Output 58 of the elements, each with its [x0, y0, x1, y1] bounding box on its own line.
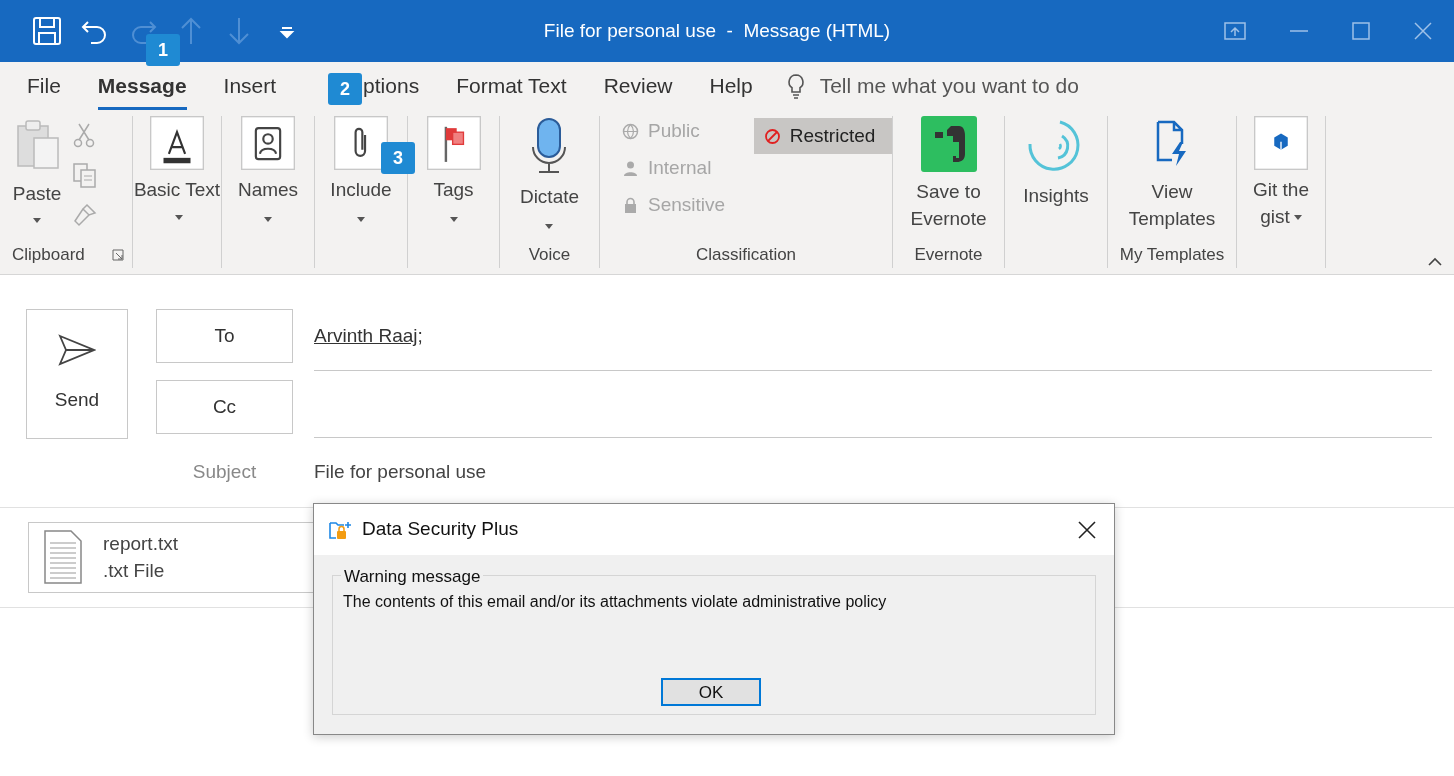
cc-button[interactable]: Cc — [156, 380, 293, 434]
step-marker: 2 — [328, 73, 362, 105]
view-templates-button[interactable]: View Templates — [1122, 116, 1222, 242]
classification-option[interactable]: Restricted — [753, 118, 892, 154]
paperclip-icon — [334, 116, 388, 170]
ribbon-tab[interactable]: Format Text — [456, 62, 567, 110]
ribbon-tab[interactable]: Review — [603, 62, 673, 110]
basic-text-icon — [150, 116, 204, 170]
group-label: Evernote — [914, 244, 983, 267]
recipient-name[interactable]: Arvinth Raaj; — [314, 322, 423, 351]
lock-icon — [622, 196, 639, 214]
ribbon-tab[interactable]: Insert — [223, 62, 277, 110]
warning-message: The contents of this email and/or its attachments violate administrative policy — [343, 592, 888, 612]
ribbon-tab[interactable]: File — [27, 62, 61, 110]
group-label: Voice — [528, 244, 571, 267]
cube-icon — [1254, 116, 1308, 170]
insights-button[interactable]: Insights — [1023, 116, 1089, 242]
gist-button[interactable]: Git the gist — [1236, 116, 1326, 242]
send-button[interactable]: Send — [26, 309, 128, 439]
maximize-icon[interactable] — [1352, 22, 1370, 40]
step-marker: 3 — [381, 142, 415, 174]
to-button[interactable]: To — [156, 309, 293, 363]
group-label: Classification — [695, 244, 797, 267]
tags-button[interactable]: Tags — [426, 116, 481, 242]
names-button[interactable]: Names — [237, 116, 299, 242]
lightbulb-icon — [785, 73, 806, 99]
group-label: My Templates — [1119, 244, 1225, 267]
save-to-evernote-button[interactable]: Save to Evernote — [898, 116, 999, 242]
subject-label: Subject — [191, 460, 258, 484]
save-icon[interactable] — [32, 16, 62, 46]
ribbon-tab[interactable]: Help — [709, 62, 753, 110]
address-book-icon — [241, 116, 295, 170]
tell-me-search[interactable]: Tell me what you want to do — [819, 70, 1079, 102]
ok-button[interactable]: OK — [661, 678, 761, 706]
prohibited-icon — [763, 127, 781, 145]
dialog-title: Data Security Plus — [362, 517, 520, 542]
paintbrush-icon[interactable] — [72, 202, 98, 228]
group-label: Clipboard — [12, 244, 85, 267]
text-file-icon — [43, 529, 83, 585]
paste-button[interactable]: Paste — [12, 116, 62, 242]
window-title: File for personal use - Message (HTML) — [542, 18, 892, 43]
dictate-button[interactable]: Dictate — [519, 116, 580, 242]
dialog-launcher-icon[interactable] — [112, 249, 124, 261]
ribbon-display-icon[interactable] — [1224, 22, 1246, 40]
close-icon[interactable] — [1078, 520, 1096, 539]
send-icon — [58, 333, 96, 366]
attachment-type: .txt File — [103, 559, 166, 583]
scissors-icon[interactable] — [72, 122, 96, 148]
copy-icon[interactable] — [72, 162, 98, 188]
basic-text-button[interactable]: Basic Text — [132, 116, 222, 242]
globe-icon — [622, 122, 639, 140]
ribbon-tab[interactable]: ptions — [363, 62, 420, 110]
subject-field[interactable]: File for personal use — [314, 458, 1432, 487]
step-marker: 1 — [146, 34, 180, 66]
collapse-ribbon-icon[interactable] — [1428, 257, 1442, 266]
flag-icon — [426, 116, 481, 170]
person-icon — [622, 159, 639, 177]
attachment-name: report.txt — [103, 532, 178, 556]
